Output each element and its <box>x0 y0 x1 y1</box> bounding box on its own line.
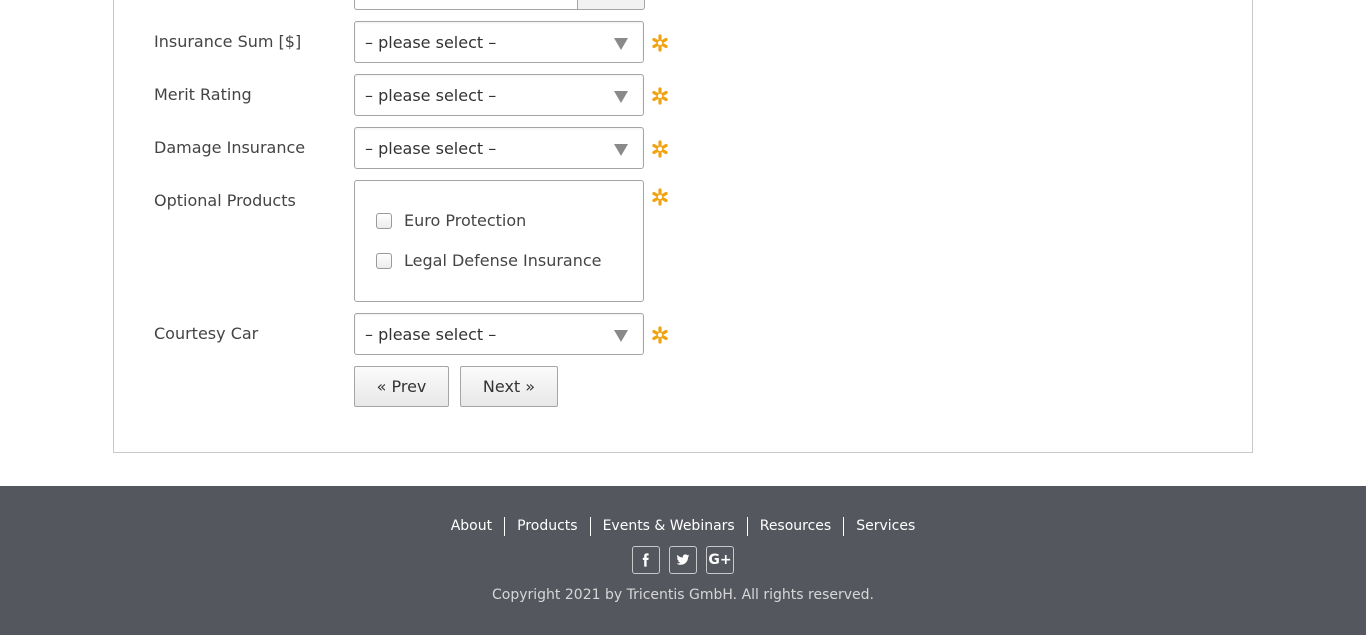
previous-field-button[interactable] <box>577 0 645 10</box>
optional-products-label: Optional Products <box>154 191 296 210</box>
facebook-icon <box>642 553 649 567</box>
footer-link-services[interactable]: Services <box>844 517 927 536</box>
merit-rating-select[interactable]: – please select – <box>354 74 644 116</box>
twitter-icon <box>676 554 690 565</box>
courtesy-car-select[interactable]: – please select – <box>354 313 644 355</box>
facebook-button[interactable] <box>632 546 660 574</box>
select-value: – please select – <box>365 86 497 105</box>
select-value: – please select – <box>365 325 497 344</box>
courtesy-car-label: Courtesy Car <box>154 324 259 343</box>
insurance-sum-select[interactable]: – please select – <box>354 21 644 63</box>
chevron-down-icon <box>614 38 628 50</box>
site-footer: About Products Events & Webinars Resourc… <box>0 486 1366 635</box>
footer-link-products[interactable]: Products <box>505 517 591 536</box>
select-value: – please select – <box>365 139 497 158</box>
footer-nav: About Products Events & Webinars Resourc… <box>0 517 1366 536</box>
prev-button[interactable]: « Prev <box>354 366 449 407</box>
form-panel <box>113 0 1253 453</box>
required-asterisk-icon <box>652 140 668 158</box>
footer-link-about[interactable]: About <box>439 517 506 536</box>
previous-field-input[interactable] <box>354 0 580 10</box>
social-links: G+ <box>0 546 1366 574</box>
chevron-down-icon <box>614 330 628 342</box>
footer-link-events-webinars[interactable]: Events & Webinars <box>591 517 748 536</box>
google-plus-icon: G+ <box>708 552 732 568</box>
required-asterisk-icon <box>652 34 668 52</box>
legal-defense-option[interactable]: Legal Defense Insurance <box>376 251 602 270</box>
damage-insurance-label: Damage Insurance <box>154 138 306 157</box>
damage-insurance-select[interactable]: – please select – <box>354 127 644 169</box>
required-asterisk-icon <box>652 326 668 344</box>
chevron-down-icon <box>614 144 628 156</box>
google-plus-button[interactable]: G+ <box>706 546 734 574</box>
chevron-down-icon <box>614 91 628 103</box>
select-value: – please select – <box>365 33 497 52</box>
optional-products-group: Euro Protection Legal Defense Insurance <box>354 180 644 302</box>
insurance-sum-label: Insurance Sum [$] <box>154 32 302 51</box>
euro-protection-option[interactable]: Euro Protection <box>376 211 526 230</box>
euro-protection-checkbox[interactable] <box>376 212 392 229</box>
merit-rating-label: Merit Rating <box>154 85 252 104</box>
footer-link-resources[interactable]: Resources <box>748 517 845 536</box>
required-asterisk-icon <box>652 188 668 206</box>
copyright-text: Copyright 2021 by Tricentis GmbH. All ri… <box>492 587 874 603</box>
legal-defense-checkbox[interactable] <box>376 252 392 269</box>
euro-protection-label[interactable]: Euro Protection <box>404 211 526 230</box>
required-asterisk-icon <box>652 87 668 105</box>
next-button[interactable]: Next » <box>460 366 558 407</box>
twitter-button[interactable] <box>669 546 697 574</box>
legal-defense-label[interactable]: Legal Defense Insurance <box>404 251 602 270</box>
